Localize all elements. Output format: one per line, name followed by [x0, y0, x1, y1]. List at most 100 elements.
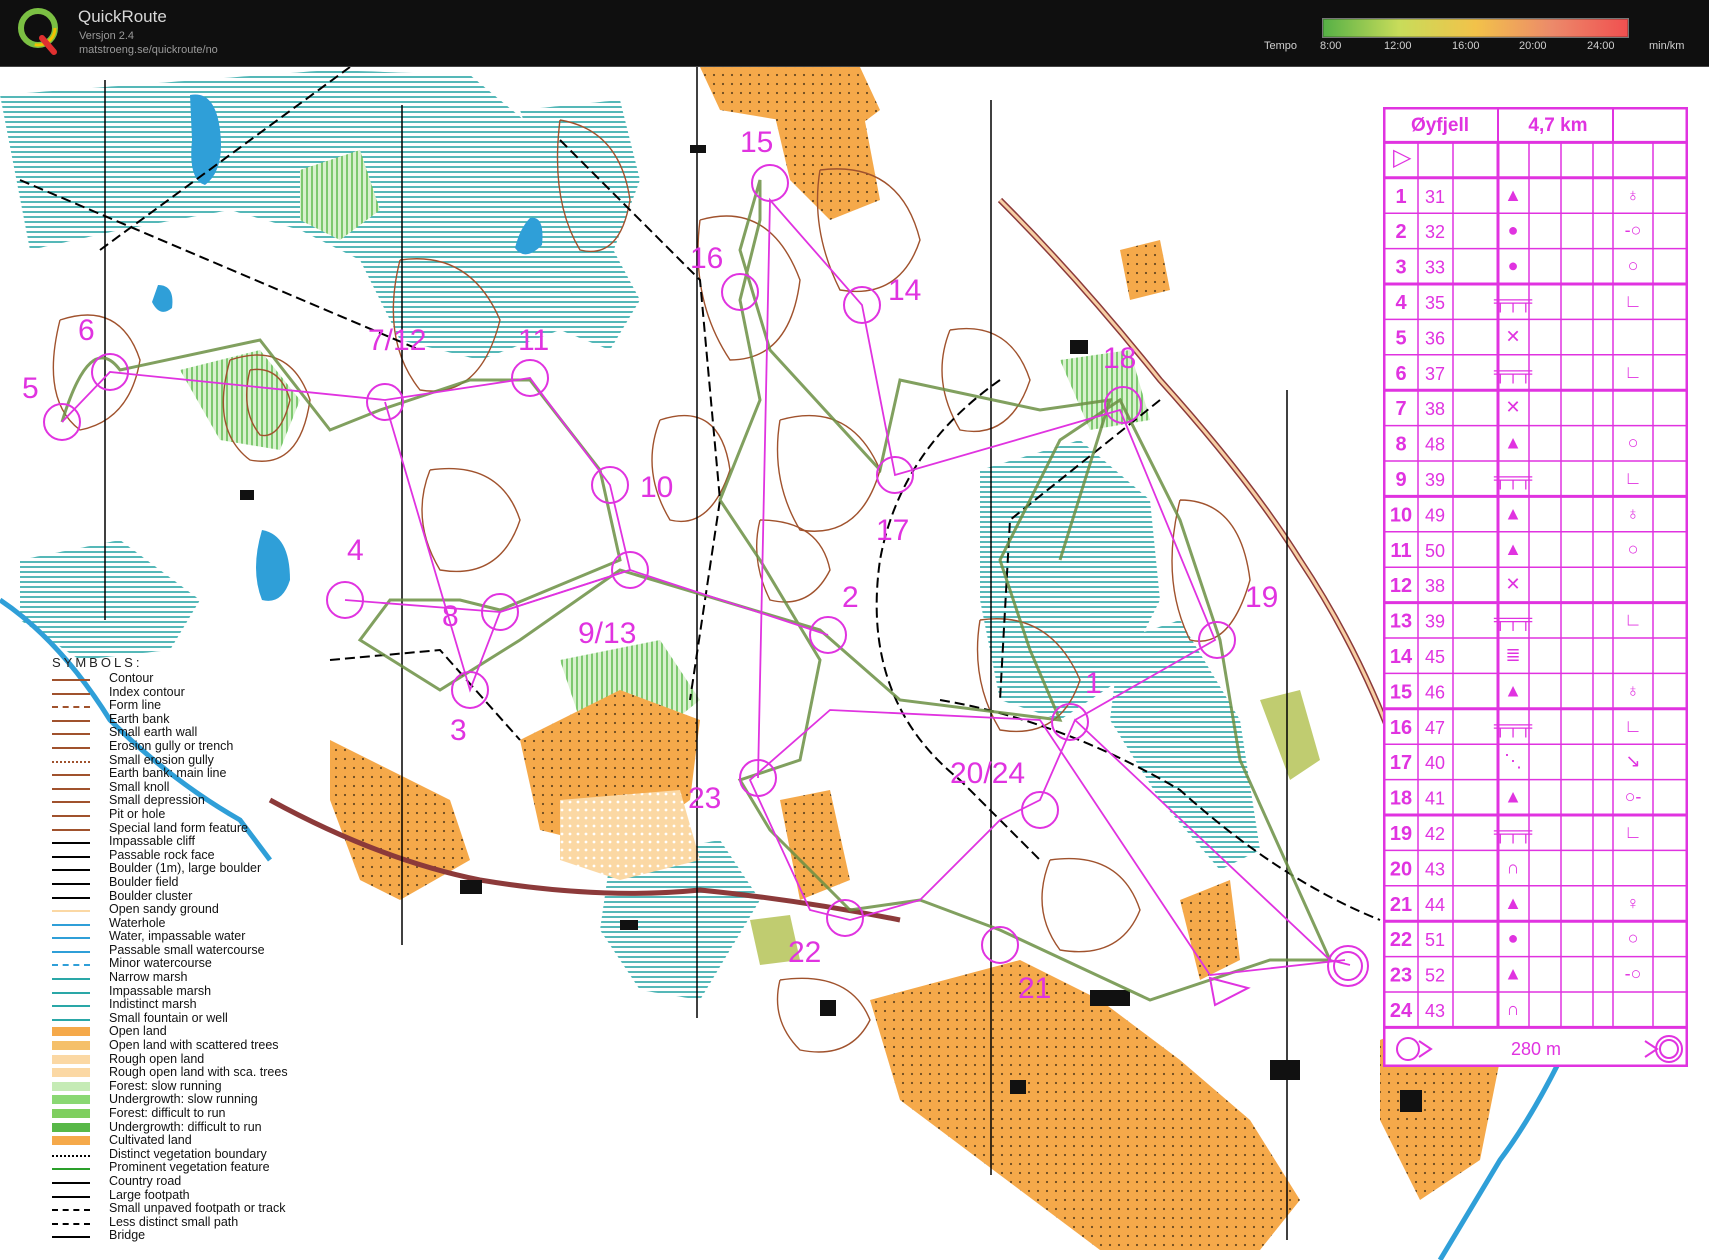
legend-item: Waterhole — [52, 916, 352, 931]
legend-label: Rough open land with sca. trees — [109, 1065, 288, 1080]
cd-feature-symbol: ∩ — [1507, 999, 1520, 1019]
legend-item: Small fountain or well — [52, 1011, 352, 1026]
legend-symbol — [52, 1041, 90, 1051]
tempo-tick: 20:00 — [1519, 40, 1547, 52]
legend-symbol — [52, 1095, 90, 1105]
legend-item: Boulder field — [52, 875, 352, 890]
control-label: 9/13 — [578, 617, 636, 650]
cd-control-number: 2 — [1395, 221, 1406, 243]
control-label: 3 — [450, 714, 467, 747]
control-label: 17 — [876, 514, 909, 547]
legend-symbol — [52, 1222, 90, 1225]
legend-item: Indistinct marsh — [52, 998, 352, 1012]
app-title: QuickRoute — [78, 7, 167, 26]
cd-control-number: 18 — [1390, 788, 1412, 810]
cd-control-code: 48 — [1425, 435, 1445, 455]
legend-label: Forest: difficult to run — [109, 1106, 226, 1120]
cd-control-number: 5 — [1395, 327, 1406, 349]
legend-symbol — [52, 1081, 90, 1091]
cd-location-symbol: ○ — [1628, 256, 1639, 276]
control-label: 2 — [842, 581, 859, 614]
legend-symbol — [52, 1018, 90, 1021]
legend-item: Boulder (1m), large boulder — [52, 862, 352, 876]
control-label: 8 — [442, 600, 459, 633]
cd-feature-symbol: ≣ — [1505, 645, 1520, 665]
cd-control-number: 15 — [1390, 681, 1412, 703]
legend-item: Cultivated land — [52, 1134, 352, 1148]
cd-feature-symbol: ╤╤╤ — [1493, 716, 1533, 738]
legend-symbol — [52, 991, 90, 994]
cd-feature-symbol: ╤╤╤ — [1493, 468, 1533, 490]
cd-feature-symbol: ● — [1508, 928, 1519, 948]
legend-label: Cultivated land — [109, 1133, 192, 1148]
legend-item: Less distinct small path — [52, 1215, 352, 1230]
cd-control-code: 43 — [1425, 859, 1445, 879]
legend-label: Impassable cliff — [109, 834, 195, 849]
cd-control-code: 39 — [1425, 612, 1445, 632]
legend-symbol — [52, 706, 90, 709]
legend-item: Earth bank: main line — [52, 767, 352, 781]
legend-symbol — [52, 842, 90, 845]
legend-item: Passable rock face — [52, 847, 352, 863]
legend-label: Form line — [109, 698, 162, 713]
legend-label: Passable small watercourse — [109, 942, 265, 957]
cd-feature-symbol: ▲ — [1504, 893, 1522, 913]
control-label: 16 — [690, 242, 723, 275]
cd-control-number: 7 — [1395, 398, 1406, 420]
legend-symbol — [52, 733, 90, 736]
control-label: 20/24 — [950, 757, 1025, 790]
cd-control-number: 13 — [1390, 611, 1412, 633]
legend-item: Country road — [52, 1174, 352, 1189]
cd-location-symbol: ↘ — [1625, 751, 1640, 771]
cd-feature-symbol: ▲ — [1504, 680, 1522, 700]
legend-item: Index contour — [52, 685, 352, 700]
legend-item: Impassable marsh — [52, 983, 352, 999]
legend-item: Open land with scattered trees — [52, 1039, 352, 1053]
legend-item: Undergrowth: slow running — [52, 1093, 352, 1107]
legend-symbol — [52, 1109, 90, 1118]
control-label: 11 — [518, 324, 549, 357]
legend-label: Narrow marsh — [109, 970, 188, 985]
legend-symbol — [52, 774, 90, 777]
cd-location-symbol: -○ — [1625, 220, 1642, 240]
legend-item: Forest: difficult to run — [52, 1107, 352, 1121]
cd-control-code: 40 — [1425, 753, 1445, 773]
legend-symbol — [52, 882, 90, 885]
legend-symbol — [52, 978, 90, 981]
cd-control-code: 44 — [1425, 895, 1445, 915]
cd-feature-symbol: ● — [1508, 256, 1519, 276]
legend-label: Earth bank: main line — [109, 766, 227, 781]
cd-control-number: 4 — [1395, 292, 1407, 314]
legend-label: Passable rock face — [109, 847, 215, 862]
cd-control-code: 35 — [1425, 293, 1445, 313]
control-label: 21 — [1018, 972, 1051, 1005]
control-label: 22 — [788, 936, 821, 969]
legend-title: SYMBOLS: — [52, 655, 143, 670]
legend-item: Bridge — [52, 1229, 352, 1243]
control-label: 1 — [1085, 667, 1102, 700]
legend-label: Open sandy ground — [109, 902, 219, 917]
cd-control-number: 10 — [1390, 504, 1412, 526]
legend-label: Open land — [109, 1024, 167, 1039]
legend-item: Boulder cluster — [52, 889, 352, 904]
cd-event-name: Øyfjell — [1411, 115, 1469, 136]
legend-symbol — [52, 964, 90, 967]
control-description-sheet: 1 31 ▲ ♁2 32 ● -○3 33 ● ○4 35 ╤╤╤ ∟5 36 ✕6 37 ╤╤╤ ∟7 38 ✕8 4… — [1383, 107, 1688, 1067]
legend-label: Impassable marsh — [109, 983, 212, 998]
map-legend: SYMBOLS: Contour Index contour Form line Ea… — [52, 655, 352, 1243]
cd-location-symbol: ∟ — [1624, 822, 1642, 842]
cd-control-code: 41 — [1425, 789, 1445, 809]
legend-item: Pit or hole — [52, 807, 352, 822]
control-label: 18 — [1103, 342, 1136, 375]
legend-item: Distinct vegetation boundary — [52, 1147, 352, 1162]
tempo-unit: min/km — [1649, 40, 1685, 52]
cd-feature-symbol: ▲ — [1504, 787, 1522, 807]
legend-symbol — [52, 746, 90, 749]
legend-symbol — [52, 923, 90, 926]
legend-label: Open land with scattered trees — [109, 1038, 279, 1053]
legend-symbol — [52, 896, 90, 899]
legend-item: Rough open land — [52, 1052, 352, 1067]
cd-control-number: 17 — [1390, 752, 1412, 774]
cd-control-number: 1 — [1395, 186, 1406, 208]
control-label: 19 — [1245, 581, 1278, 614]
